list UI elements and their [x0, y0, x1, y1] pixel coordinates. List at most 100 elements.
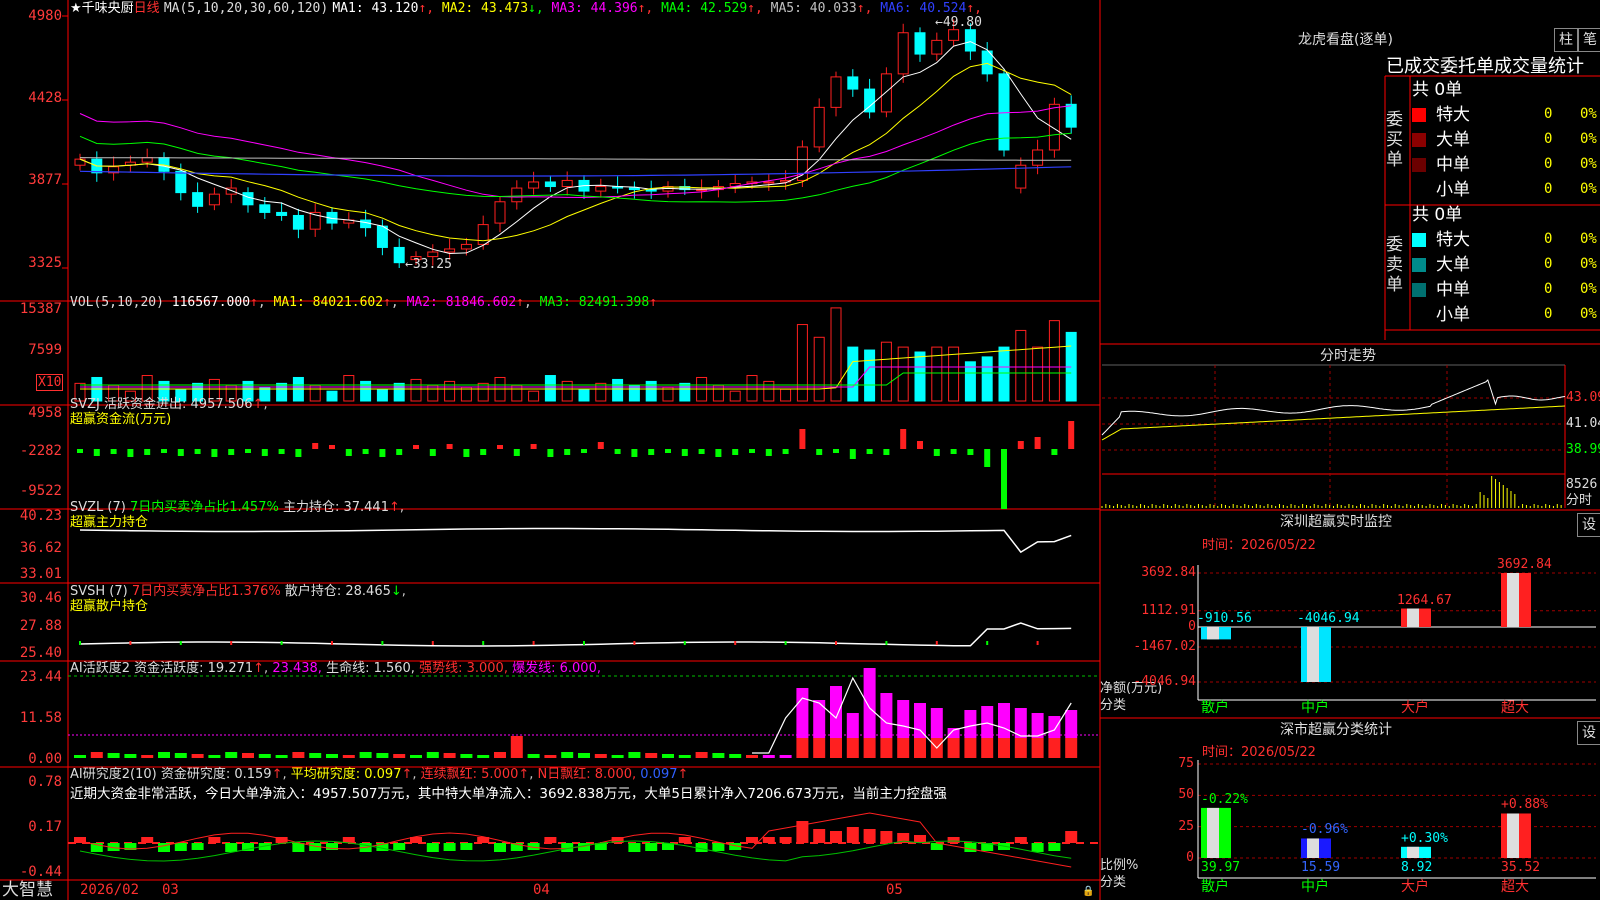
lock-icon[interactable]: 🔒	[1082, 884, 1094, 899]
period-label[interactable]: 日线	[134, 1, 160, 16]
volume-bar-down	[326, 390, 338, 402]
price-axis-label: 3325	[28, 255, 62, 271]
fund-flow-bar-out	[362, 449, 369, 454]
monitor-axis-label: -1467.02	[1133, 638, 1196, 654]
activity-bar	[494, 752, 506, 758]
lhb-row: 小单 0 0%	[1412, 305, 1600, 327]
candle-down	[175, 170, 187, 194]
xaxis-label: 05	[886, 882, 903, 898]
activity-bar	[981, 706, 994, 738]
brand-logo[interactable]: 大智慧	[2, 880, 53, 900]
monitor-category: 超大	[1501, 700, 1529, 716]
order-percent: 0%	[1580, 281, 1597, 297]
fund-flow-bar-out	[933, 449, 940, 456]
ma-value: MA5: 40.033	[770, 1, 857, 16]
activity-bar	[208, 755, 221, 758]
research-bar-pos	[141, 837, 154, 843]
fund-flow-bar-out	[194, 449, 201, 454]
vol-unit-badge[interactable]: X10	[36, 374, 64, 391]
order-count: 0	[1544, 131, 1553, 147]
volume-bar-down	[376, 388, 388, 402]
order-count: 0	[1544, 181, 1553, 197]
activity-bar	[578, 753, 590, 758]
candle-up	[931, 39, 943, 55]
activity-bar	[443, 753, 456, 758]
activity-bar	[1065, 710, 1078, 738]
monitor-settings-button[interactable]: 设	[1577, 513, 1600, 537]
fund-flow-bar-out	[127, 449, 134, 457]
activity-bar	[863, 668, 876, 738]
star-icon[interactable]: ★	[70, 1, 82, 16]
volume-bar-down	[360, 380, 372, 402]
activity-bar	[830, 686, 842, 738]
ma-line	[79, 41, 1072, 255]
stock-terminal: ★千味央厨日线 MA(5,10,20,30,60,120) MA1: 43.12…	[0, 0, 1600, 900]
svzj-axis-label: -2282	[19, 443, 62, 459]
svzl-axis-label: 40.23	[19, 508, 62, 524]
xaxis-label: 03	[162, 882, 179, 898]
activity-bar	[779, 755, 792, 758]
order-size-label: 特大	[1436, 105, 1470, 125]
lhb-row: 中单 0 0%	[1412, 155, 1600, 177]
ma-value: MA3: 44.396	[551, 1, 638, 16]
lhb-row: 大单 0 0%	[1412, 130, 1600, 152]
fund-flow-bar-out	[261, 449, 268, 456]
vol-axis-label: 15387	[19, 301, 62, 317]
svsh-header: SVSH (7) 7日内买卖净占比1.376% 散户持仓: 28.465↓,	[70, 584, 406, 599]
activity-bar	[376, 753, 389, 758]
monitor-axis-label: 0	[1188, 619, 1196, 634]
research-bar-neg	[494, 843, 506, 852]
volume-bar-up	[880, 341, 892, 402]
order-size-label: 大单	[1436, 255, 1470, 275]
research-bar-neg	[645, 843, 658, 851]
activity-bar-base	[1048, 738, 1061, 758]
fund-flow-bar-out	[513, 449, 520, 456]
fund-flow-bar-out	[93, 449, 100, 456]
class-category: 超大	[1501, 879, 1529, 895]
size-swatch	[1412, 233, 1426, 247]
ma-values: MA1: 43.120↑, MA2: 43.473↓, MA3: 44.396↑…	[332, 1, 982, 16]
fund-flow-bar-out	[1001, 449, 1007, 509]
activity-bar	[527, 754, 540, 758]
research-bar-pos	[746, 837, 758, 843]
activity-bar-base	[964, 738, 977, 758]
monitor-bar-label: 3692.84	[1497, 557, 1552, 572]
activity-bar	[124, 754, 137, 758]
class-bar-highlight	[1507, 813, 1519, 858]
activity-bar-base	[1014, 738, 1027, 758]
order-count: 0	[1544, 231, 1553, 247]
volume-bar-up	[1015, 329, 1027, 402]
size-swatch	[1412, 258, 1426, 272]
candle-up	[444, 248, 456, 253]
volume-bar-down	[578, 388, 590, 402]
research-bar-pos	[1014, 837, 1027, 843]
fund-flow-bar-out	[211, 449, 218, 457]
order-percent: 0%	[1580, 131, 1597, 147]
candle-up	[880, 73, 892, 113]
activity-bar	[628, 752, 641, 758]
order-percent: 0%	[1580, 181, 1597, 197]
fund-flow-bar-in	[413, 445, 419, 449]
fund-flow-bar-in	[1017, 441, 1024, 449]
monitor-bar-label: -910.56	[1197, 611, 1252, 626]
ai2-header: AI研究度2(10) 资金研究度: 0.159↑, 平均研究度: 0.097↑,…	[70, 767, 689, 782]
volume-bar-down	[998, 346, 1010, 402]
bar-mode-button[interactable]: 柱	[1554, 28, 1578, 52]
class-category: 中户	[1301, 879, 1329, 895]
tick-mode-button[interactable]: 笔	[1578, 28, 1600, 52]
class-category: 散户	[1201, 879, 1229, 895]
ma-value: MA1: 43.120	[332, 1, 419, 16]
research-bar-neg	[158, 843, 170, 852]
fund-flow-bar-out	[631, 449, 638, 457]
svzl-axis-label: 33.01	[19, 566, 62, 582]
chart-canvas[interactable]	[0, 0, 1600, 900]
monitor-category: 中户	[1301, 700, 1329, 716]
activity-bar	[174, 753, 187, 758]
activity-bar	[225, 752, 238, 758]
svsh-axis-label: 30.46	[19, 590, 62, 606]
monitor-title: 深圳超赢实时监控	[1280, 514, 1392, 530]
class-settings-button[interactable]: 设	[1577, 721, 1600, 745]
class-title: 深市超赢分类统计	[1280, 722, 1392, 738]
activity-bar	[544, 755, 557, 758]
order-count: 0	[1544, 256, 1553, 272]
